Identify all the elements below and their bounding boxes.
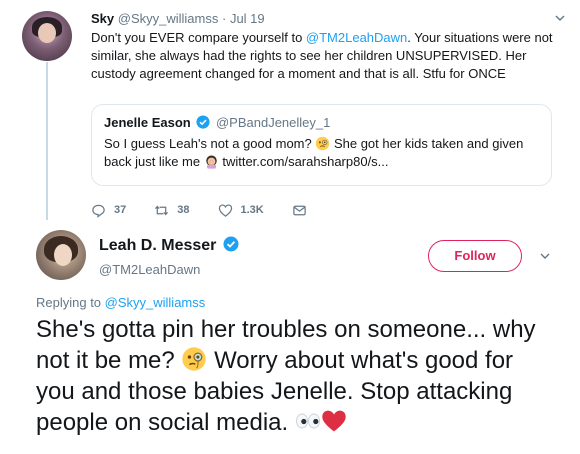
monocle-face-emoji: [316, 136, 330, 151]
author-handle[interactable]: @TM2LeahDawn: [99, 261, 241, 279]
avatar-face: [38, 23, 56, 43]
verified-badge-icon: [223, 236, 239, 252]
tweet-header: Sky @Skyy_williamss · Jul 19: [91, 10, 556, 27]
quoted-text-part: So I guess Leah's not a good mom?: [104, 136, 316, 151]
like-button[interactable]: 1.3K: [218, 203, 264, 218]
monocle-face-emoji: [182, 347, 207, 371]
thread-line: [46, 62, 48, 220]
chevron-down-icon[interactable]: [554, 12, 566, 24]
author-name[interactable]: Leah D. Messer: [99, 237, 216, 254]
quoted-tweet[interactable]: Jenelle Eason @PBandJenelley_1 So I gues…: [91, 104, 552, 186]
tweet-text-part: Don't you EVER compare yourself to: [91, 30, 306, 45]
message-button[interactable]: [292, 203, 315, 218]
author-name-row: Leah D. Messer: [99, 236, 241, 256]
reply-button[interactable]: 37: [91, 203, 126, 218]
author-name[interactable]: Sky: [91, 11, 114, 26]
quoted-author-handle: @PBandJenelley_1: [215, 115, 331, 130]
main-tweet-text: She's gotta pin her troubles on someone.…: [36, 314, 556, 438]
verified-badge-icon: [196, 115, 210, 129]
message-icon: [293, 205, 306, 215]
tweet-date[interactable]: Jul 19: [230, 11, 265, 26]
author-block[interactable]: Leah D. Messer @TM2LeahDawn: [99, 236, 241, 279]
like-icon: [218, 203, 232, 217]
like-count: 1.3K: [240, 204, 264, 216]
quoted-link[interactable]: twitter.com/sarahsharp80/s...: [222, 154, 388, 169]
avatar-face: [54, 244, 72, 266]
retweet-count: 38: [177, 204, 190, 216]
woman-facepalming-emoji: [205, 155, 217, 169]
quoted-author-name: Jenelle Eason: [104, 115, 191, 130]
mention-link[interactable]: @TM2LeahDawn: [306, 30, 407, 45]
chevron-down-icon[interactable]: [539, 250, 551, 262]
avatar[interactable]: [36, 230, 86, 280]
replying-prefix: Replying to: [36, 295, 105, 310]
reply-icon: [92, 204, 105, 218]
separator: ·: [218, 11, 230, 26]
reply-count: 37: [114, 204, 127, 216]
quoted-tweet-header: Jenelle Eason @PBandJenelley_1: [104, 114, 539, 131]
tweet-text: Don't you EVER compare yourself to @TM2L…: [91, 29, 556, 83]
author-handle[interactable]: @Skyy_williamss: [118, 11, 219, 26]
avatar[interactable]: [22, 11, 72, 61]
eyes-emoji: [295, 413, 320, 429]
red-heart-emoji: [322, 410, 346, 432]
follow-button[interactable]: Follow: [428, 240, 522, 272]
quoted-tweet-text: So I guess Leah's not a good mom? She go…: [104, 135, 539, 171]
tweet-actions: 37 38 1.3K: [91, 202, 343, 218]
replying-to: Replying to @Skyy_williamss: [36, 294, 205, 311]
replying-handle-link[interactable]: @Skyy_williamss: [105, 295, 206, 310]
retweet-icon: [155, 205, 169, 215]
retweet-button[interactable]: 38: [154, 203, 190, 218]
